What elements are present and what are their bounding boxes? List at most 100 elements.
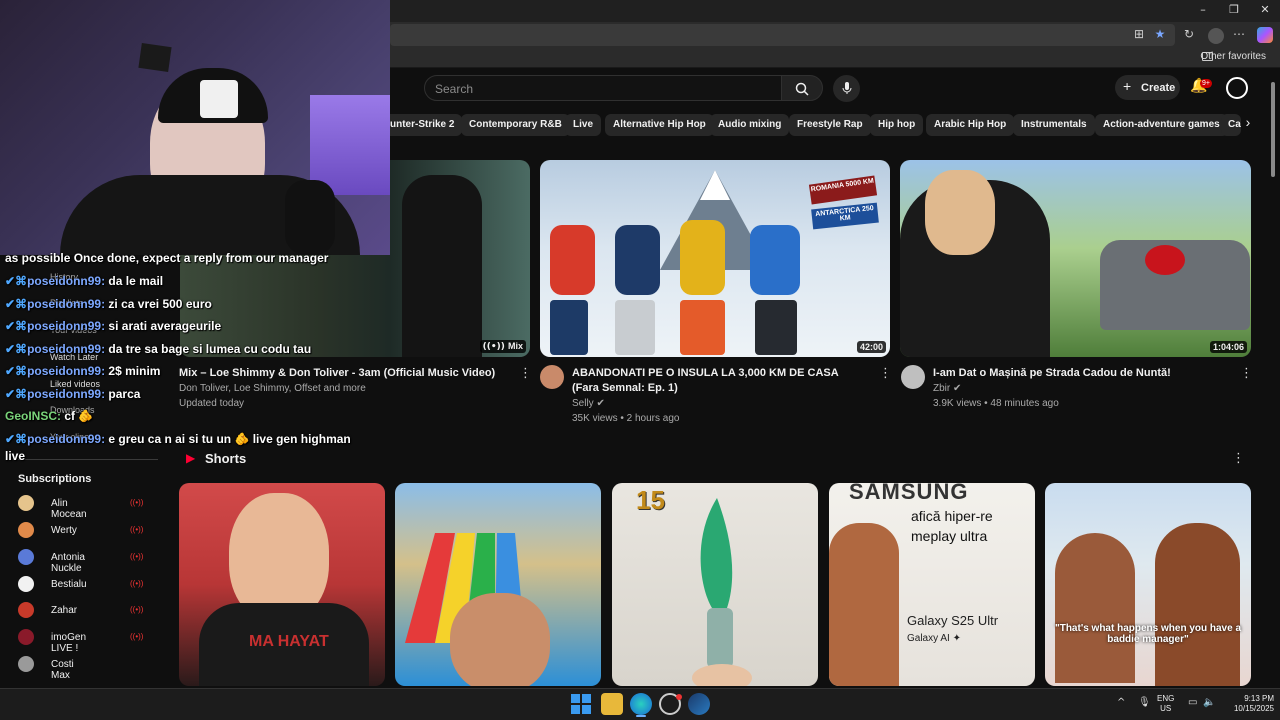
video-thumbnail[interactable]: ROMANIA 5000 KM ANTARCTICA 250 KM 42:00: [540, 160, 890, 357]
chip-contemporary-rnb[interactable]: Contemporary R&B: [461, 114, 570, 136]
chat-text: live: [5, 449, 26, 463]
refresh-icon[interactable]: ↻: [1180, 27, 1198, 45]
video-channel[interactable]: Zbir ✔: [933, 381, 961, 396]
subscription-label: Antonia Nuckle: [51, 552, 85, 574]
chip-instrumentals[interactable]: Instrumentals: [1013, 114, 1095, 136]
start-button[interactable]: [571, 694, 591, 714]
chat-message: as possible Once done, expect a reply fr…: [5, 251, 328, 265]
video-title[interactable]: I-am Dat o Mașină pe Strada Cadou de Nun…: [933, 366, 1233, 381]
notification-count-badge: 9+: [1200, 79, 1212, 88]
short-thumbnail[interactable]: "That's what happens when you have a bad…: [1045, 483, 1251, 686]
more-options-icon[interactable]: ⋮: [879, 366, 892, 381]
profile-avatar[interactable]: [1208, 28, 1224, 44]
chevron-right-icon[interactable]: ›: [1238, 114, 1258, 136]
duration-badge: 42:00: [856, 341, 886, 353]
chip-audio-mixing[interactable]: Audio mixing: [710, 114, 790, 136]
avatar: [18, 495, 34, 511]
chip-live[interactable]: Live: [565, 114, 602, 136]
video-title[interactable]: ABANDONATI PE O INSULA LA 3,000 KM DE CA…: [572, 366, 867, 396]
chat-message: ✔⌘poseidonn99: zi ca vrei 500 euro: [5, 297, 212, 311]
chat-badge-icon: ✔⌘: [5, 342, 28, 356]
chat-message: ✔⌘poseidonn99: 2$ minim: [5, 364, 160, 378]
chip-counter-strike[interactable]: unter-Strike 2: [390, 114, 463, 136]
restore-button[interactable]: ❐: [1219, 3, 1249, 19]
microphone-tray-icon[interactable]: 🎙: [1138, 697, 1151, 708]
other-favorites-link[interactable]: Other favorites: [1200, 51, 1266, 62]
subscription-label: Zahar: [51, 605, 78, 616]
chat-username: GeoINSC:: [5, 409, 62, 423]
thumbnail-figure: [1055, 533, 1135, 683]
more-options-icon[interactable]: ⋮: [1232, 451, 1245, 466]
chip-alternative-hip-hop[interactable]: Alternative Hip Hop: [605, 114, 714, 136]
short-thumbnail[interactable]: 15: [612, 483, 818, 686]
edge-browser-icon[interactable]: [630, 693, 652, 715]
thumbnail-figure: [402, 175, 482, 357]
channel-avatar[interactable]: [540, 365, 564, 389]
cap-logo: [200, 80, 238, 118]
short-thumbnail[interactable]: SAMSUNG afică hiper-re meplay ultra Gala…: [829, 483, 1035, 686]
live-indicator-icon: ((•)): [130, 525, 144, 534]
account-avatar[interactable]: [1226, 77, 1248, 99]
chip-hip-hop[interactable]: Hip hop: [870, 114, 924, 136]
short-thumbnail[interactable]: [395, 483, 601, 686]
microphone: [285, 180, 335, 255]
video-title[interactable]: Mix – Loe Shimmy & Don Toliver - 3am (Of…: [179, 366, 509, 381]
live-indicator-icon: ((•)): [130, 579, 144, 588]
chat-message: ✔⌘poseidonn99: da le mail: [5, 274, 163, 288]
steam-icon[interactable]: [688, 693, 710, 715]
video-channel[interactable]: Selly ✔: [572, 396, 605, 411]
chat-badge-icon: ✔⌘: [5, 364, 28, 378]
live-indicator-icon: ((•)): [130, 605, 144, 614]
search-input[interactable]: Search: [424, 75, 782, 101]
subscriptions-heading[interactable]: Subscriptions: [18, 473, 91, 485]
video-thumbnail[interactable]: 1:04:06: [900, 160, 1251, 357]
input-language[interactable]: ENG US: [1157, 694, 1174, 714]
minimize-button[interactable]: –: [1188, 3, 1218, 19]
file-explorer-icon[interactable]: [601, 693, 623, 715]
chip-freestyle-rap[interactable]: Freestyle Rap: [789, 114, 871, 136]
close-button[interactable]: ✕: [1250, 3, 1280, 19]
wall-decor: [138, 43, 172, 72]
short-thumbnail[interactable]: MA HAYAT: [179, 483, 385, 686]
voice-search-button[interactable]: [833, 75, 860, 102]
subscription-label: Alin Mocean: [51, 498, 87, 520]
notification-dot: [676, 694, 682, 700]
chat-text: parca: [108, 387, 141, 401]
create-button[interactable]: + Create: [1115, 75, 1180, 100]
live-indicator-icon: ((•)): [130, 498, 144, 507]
network-icon[interactable]: ▭: [1188, 697, 1197, 708]
chip-action-adventure-games[interactable]: Action-adventure games: [1095, 114, 1228, 136]
channel-avatar[interactable]: [901, 365, 925, 389]
copilot-icon[interactable]: [1257, 27, 1273, 43]
clock[interactable]: 9:13 PM 10/15/2025: [1222, 694, 1274, 714]
search-placeholder: Search: [435, 82, 474, 96]
chat-username: poseidonn99:: [27, 297, 106, 311]
monitor-glow: [310, 95, 390, 195]
shorts-title: Shorts: [205, 451, 247, 466]
favorite-star-icon[interactable]: ★: [1151, 27, 1169, 45]
live-indicator-icon: ((•)): [130, 552, 144, 561]
more-options-icon[interactable]: ⋮: [1240, 366, 1253, 381]
short-overlay-line: afică hiper-re: [911, 508, 993, 524]
tray-overflow-icon[interactable]: ^: [1117, 697, 1125, 708]
chip-arabic-hip-hop[interactable]: Arabic Hip Hop: [926, 114, 1015, 136]
video-meta: 35K views • 2 hours ago: [572, 413, 680, 424]
chat-text: as possible Once done, expect a reply fr…: [5, 251, 329, 265]
address-bar[interactable]: [390, 24, 1175, 46]
search-button[interactable]: [781, 75, 823, 101]
chat-text: 2$ minim: [108, 364, 161, 378]
more-options-icon[interactable]: ⋮: [519, 366, 532, 381]
more-menu-icon[interactable]: ⋯: [1230, 27, 1248, 45]
scrollbar-thumb[interactable]: [1271, 82, 1275, 177]
short-overlay-line: Galaxy S25 Ultr: [907, 613, 999, 628]
mix-badge: ((•)) Mix: [479, 340, 526, 353]
plus-icon: +: [1123, 78, 1132, 94]
chat-message: ✔⌘poseidonn99: parca: [5, 387, 140, 401]
chat-username: poseidonn99:: [27, 364, 106, 378]
thumbnail-figure: [1155, 523, 1240, 686]
volume-icon[interactable]: 🔈: [1203, 697, 1215, 708]
video-channel[interactable]: Don Toliver, Loe Shimmy, Offset and more: [179, 381, 366, 396]
short-overlay-text: "That's what happens when you have a bad…: [1054, 623, 1242, 645]
mic-icon: [842, 82, 851, 94]
apps-icon[interactable]: ⊞: [1130, 27, 1148, 45]
